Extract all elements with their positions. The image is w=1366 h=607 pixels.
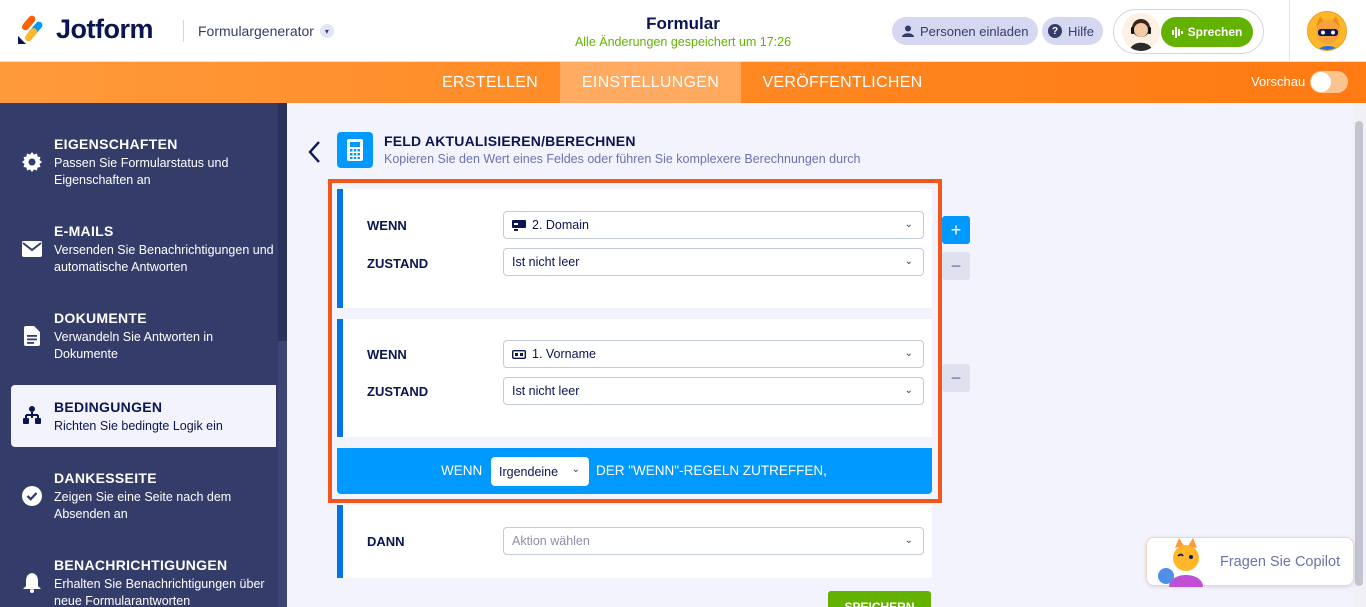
save-button[interactable]: SPEICHERN [828,591,931,607]
preview-label: Vorschau [1251,74,1306,89]
sidebar-item-title: EIGENSCHAFTEN [54,136,178,152]
agent-avatar [1122,13,1160,51]
sidebar-item-desc: Erhalten Sie Benachrichtigungen über neu… [54,577,265,607]
document-icon [21,325,43,347]
ai-agent-widget[interactable]: Sprechen [1113,9,1264,54]
action-card: DANN Aktion wählen ⌄ [337,505,932,578]
header-divider-right [1289,0,1290,62]
condition-description: Kopieren Sie den Wert eines Feldes oder … [384,152,861,166]
sidebar-item-title: DANKESSEITE [54,470,157,486]
action-placeholder: Aktion wählen [512,534,590,548]
sidebar-item-desc: Richten Sie bedingte Logik ein [54,419,223,433]
sidebar-item-title: E-MAILS [54,223,114,239]
sidebar-scrollbar-thumb[interactable] [278,341,287,607]
copilot-label: Fragen Sie Copilot [1220,554,1341,570]
sidebar-item-desc: Verwandeln Sie Antworten in Dokumente [54,330,214,361]
action-select[interactable]: Aktion wählen ⌄ [503,527,924,555]
sidebar-item-desc: Versenden Sie Benachrichtigungen und aut… [54,243,274,274]
check-circle-icon [21,485,43,507]
highlight-outline [328,179,942,503]
tab-veroeffentlichen[interactable]: VERÖFFENTLICHEN [741,62,944,103]
calculator-icon [337,132,373,168]
sidebar-item-benachrichtigungen[interactable]: BENACHRICHTIGUNGEN Erhalten Sie Benachri… [11,557,276,607]
user-icon [902,25,914,37]
jotform-logo[interactable]: Jotform [16,13,154,45]
chevron-down-icon: ▾ [319,24,334,38]
remove-rule-button[interactable]: − [942,252,970,280]
form-title[interactable]: Formular [583,14,783,34]
sound-wave-icon [1171,26,1183,38]
preview-toggle[interactable] [1310,71,1348,93]
minus-icon: − [950,367,962,388]
sidebar-item-eigenschaften[interactable]: EIGENSCHAFTEN Passen Sie Formularstatus … [11,136,276,198]
copilot-cat-icon [1158,538,1203,587]
sidebar-item-title: BEDINGUNGEN [54,399,163,415]
invite-people-button[interactable]: Personen einladen [892,17,1039,45]
form-generator-label: Formulargenerator [198,23,314,39]
minus-icon: − [950,255,962,276]
sidebar-item-desc: Zeigen Sie eine Seite nach dem Absenden … [54,490,232,521]
add-rule-button[interactable]: + [942,216,970,244]
sidebar-item-desc: Passen Sie Formularstatus und Eigenschaf… [54,156,229,187]
main-tab-bar: ERSTELLEN EINSTELLUNGEN VERÖFFENTLICHEN … [0,62,1366,103]
envelope-icon [21,238,43,260]
chevron-left-icon [308,141,320,163]
toggle-knob [1311,72,1331,92]
sidebar-item-bedingungen[interactable]: BEDINGUNGEN Richten Sie bedingte Logik e… [11,385,276,447]
gear-icon [21,151,43,173]
sidebar-item-dokumente[interactable]: DOKUMENTE Verwandeln Sie Antworten in Do… [11,310,276,372]
jotform-logo-icon [18,15,43,44]
help-icon: ? [1048,24,1062,38]
brand-name: Jotform [56,13,154,44]
page-scrollbar-thumb[interactable] [1355,121,1363,586]
header-divider [183,20,184,42]
speak-label: Sprechen [1187,25,1243,39]
sidebar-item-title: DOKUMENTE [54,310,147,326]
bell-icon [21,572,43,594]
form-generator-menu[interactable]: Formulargenerator ▾ [198,23,334,39]
save-status: Alle Änderungen gespeichert um 17:26 [574,35,792,49]
sidebar-item-dankesseite[interactable]: DANKESSEITE Zeigen Sie eine Seite nach d… [11,470,276,532]
user-avatar[interactable] [1307,11,1347,51]
condition-title: FELD AKTUALISIEREN/BERECHNEN [384,133,636,149]
copilot-button[interactable]: Fragen Sie Copilot [1146,537,1354,587]
then-label: DANN [367,534,405,549]
sidebar-item-emails[interactable]: E-MAILS Versenden Sie Benachrichtigungen… [11,223,276,285]
invite-people-label: Personen einladen [920,23,1029,39]
sidebar-item-title: BENACHRICHTIGUNGEN [54,557,228,573]
remove-rule-button[interactable]: − [942,364,970,392]
settings-sidebar: EIGENSCHAFTEN Passen Sie Formularstatus … [0,103,287,607]
tab-erstellen[interactable]: ERSTELLEN [421,62,559,103]
back-button[interactable] [305,138,325,166]
sitemap-icon [21,404,43,426]
top-bar: Jotform Formulargenerator ▾ Formular All… [0,0,1366,62]
tab-einstellungen[interactable]: EINSTELLUNGEN [560,62,741,103]
chevron-down-icon: ⌄ [904,535,913,546]
plus-icon: + [950,219,962,240]
help-label: Hilfe [1068,23,1095,39]
speak-button[interactable]: Sprechen [1161,17,1253,47]
help-button[interactable]: ? Hilfe [1042,17,1104,45]
